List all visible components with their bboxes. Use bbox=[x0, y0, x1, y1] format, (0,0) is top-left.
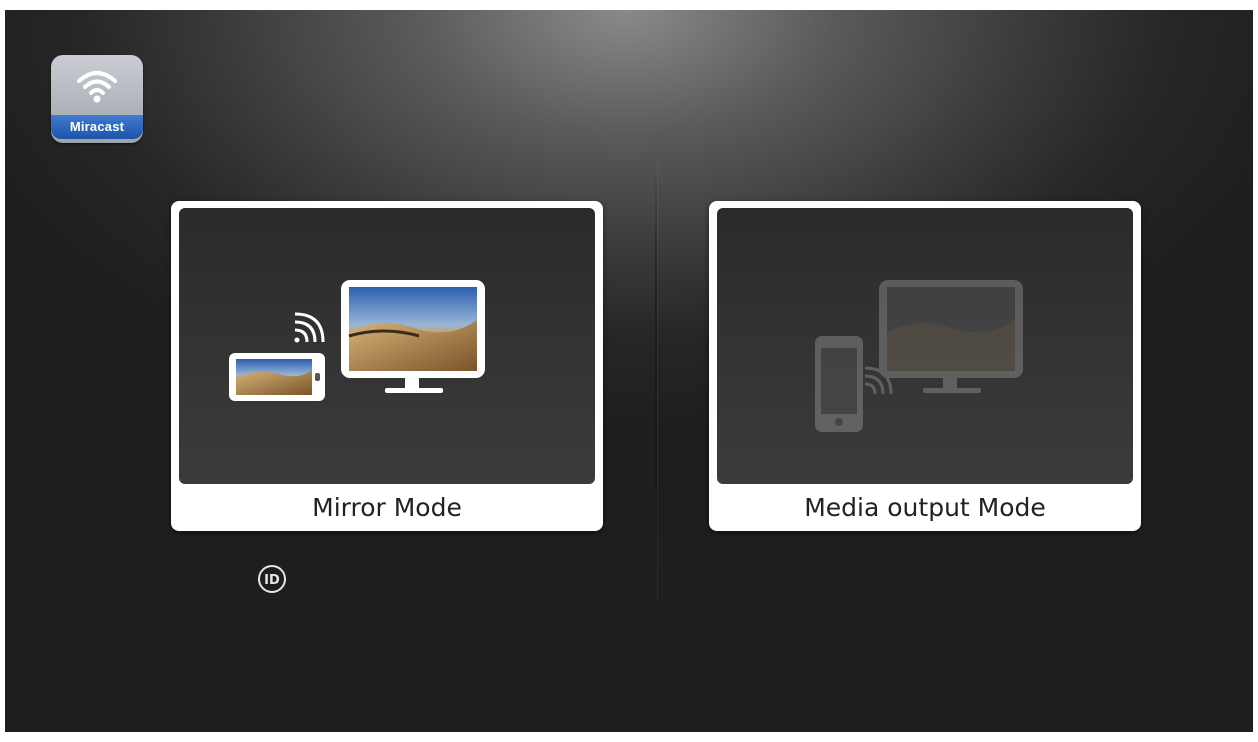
media-output-mode-button[interactable]: Media output Mode bbox=[709, 201, 1141, 531]
app-name-label: Miracast bbox=[51, 115, 143, 139]
center-divider bbox=[655, 160, 657, 600]
phone-to-tv-media-icon bbox=[815, 280, 1023, 432]
wifi-icon bbox=[77, 71, 117, 103]
media-output-mode-panel bbox=[717, 208, 1133, 484]
mirror-mode-panel bbox=[179, 208, 595, 484]
mirror-mode-button[interactable]: Mirror Mode bbox=[171, 201, 603, 531]
id-badge-icon[interactable]: ID bbox=[257, 564, 287, 594]
mirror-mode-label: Mirror Mode bbox=[312, 493, 462, 522]
id-badge-label: ID bbox=[264, 573, 280, 588]
miracast-app-icon: Miracast bbox=[51, 55, 143, 147]
media-output-mode-label: Media output Mode bbox=[804, 493, 1046, 522]
phone-to-tv-mirror-icon bbox=[229, 280, 485, 401]
miracast-screen: Miracast Mirror Mode Media output Mode I… bbox=[5, 10, 1253, 732]
